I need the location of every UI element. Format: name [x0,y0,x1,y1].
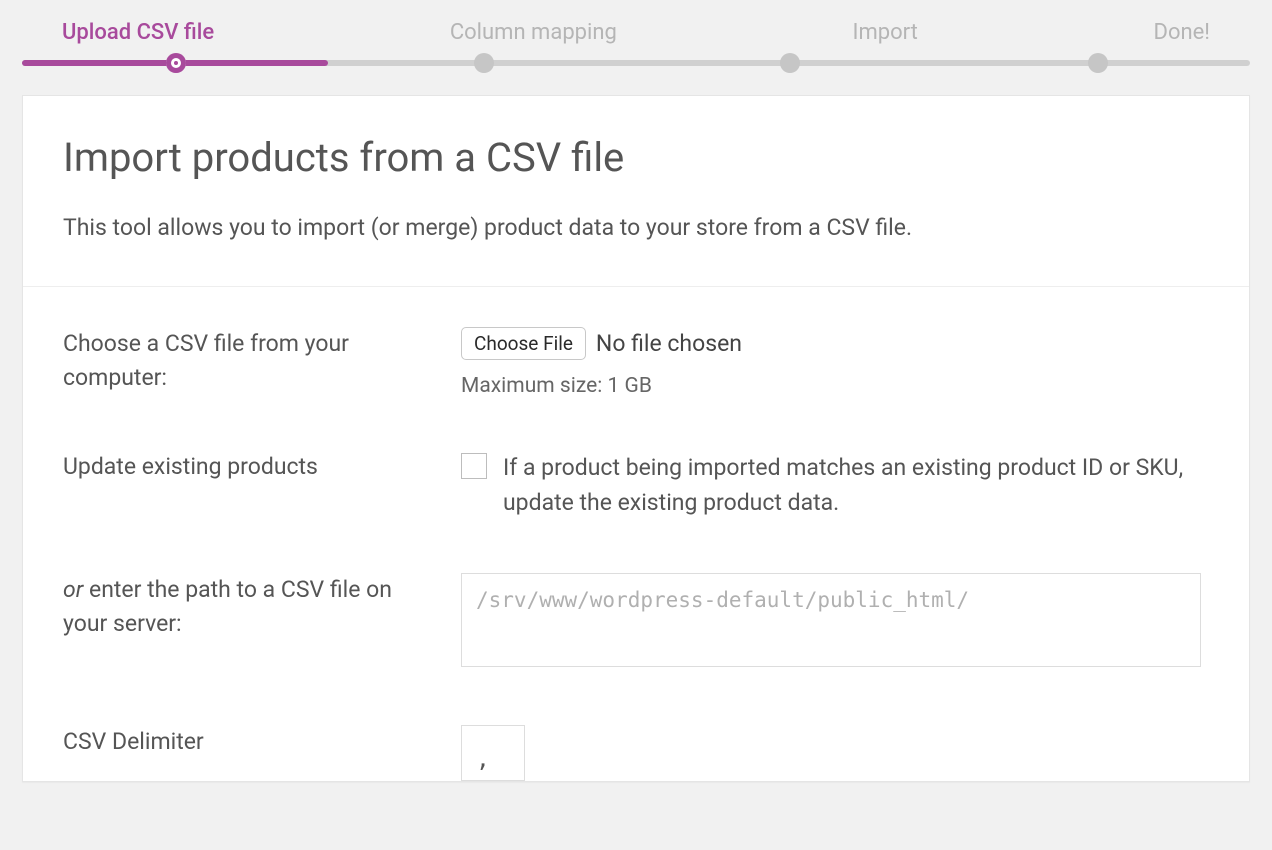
step-column-mapping: Column mapping [450,20,617,45]
step-import: Import [853,20,918,45]
choose-file-button[interactable]: Choose File [461,327,586,360]
page-description: This tool allows you to import (or merge… [63,211,1209,246]
delimiter-label: CSV Delimiter [63,725,461,760]
step-done: Done! [1154,20,1210,45]
step-dot-import [780,53,800,73]
choose-file-label: Choose a CSV file from your computer: [63,327,461,396]
step-dot-upload [166,53,186,73]
file-status-text: No file chosen [596,330,742,357]
step-dot-mapping [474,53,494,73]
update-existing-checkbox[interactable] [461,453,487,479]
row-update-existing: Update existing products If a product be… [63,450,1209,521]
delimiter-input[interactable] [461,725,525,781]
update-existing-label: Update existing products [63,450,461,485]
row-choose-file: Choose a CSV file from your computer: Ch… [63,327,1209,398]
server-path-label: or enter the path to a CSV file on your … [63,573,461,642]
row-delimiter: CSV Delimiter [63,725,1209,781]
panel-header: Import products from a CSV file This too… [23,96,1249,287]
step-upload[interactable]: Upload CSV file [62,20,214,45]
import-panel: Import products from a CSV file This too… [22,95,1250,782]
max-size-hint: Maximum size: 1 GB [461,374,1209,398]
update-existing-help: If a product being imported matches an e… [503,450,1209,521]
row-server-path: or enter the path to a CSV file on your … [63,573,1209,673]
server-path-input[interactable] [461,573,1201,667]
import-form: Choose a CSV file from your computer: Ch… [23,287,1249,781]
step-dot-done [1088,53,1108,73]
page-title: Import products from a CSV file [63,134,1209,181]
progress-stepper: Upload CSV file Column mapping Import Do… [0,0,1272,95]
